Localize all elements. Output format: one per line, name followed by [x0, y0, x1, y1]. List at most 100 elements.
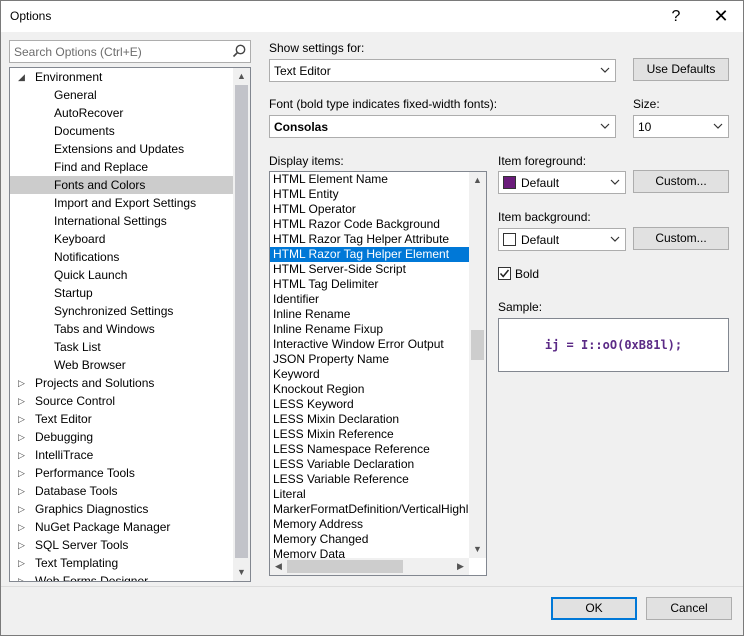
tree-scroll-thumb[interactable] [235, 85, 248, 558]
item-background-dropdown[interactable]: Default [498, 228, 626, 251]
scroll-up-arrow-icon[interactable]: ▲ [469, 172, 486, 189]
bold-checkbox[interactable] [498, 267, 511, 280]
display-item[interactable]: Keyword [270, 367, 470, 382]
display-item[interactable]: LESS Keyword [270, 397, 470, 412]
collapsed-arrow-icon[interactable]: ▷ [18, 572, 28, 581]
display-item[interactable]: Identifier [270, 292, 470, 307]
tree-item[interactable]: Tabs and Windows [10, 320, 233, 338]
collapsed-arrow-icon[interactable]: ▷ [18, 500, 28, 518]
display-items-vscrollbar[interactable]: ▲ ▼ [469, 172, 486, 558]
tree-item-label: General [54, 88, 97, 102]
display-item[interactable]: Knockout Region [270, 382, 470, 397]
tree-item[interactable]: ◢ Environment [10, 68, 233, 86]
tree-item-label: SQL Server Tools [35, 538, 129, 552]
collapsed-arrow-icon[interactable]: ▷ [18, 554, 28, 572]
collapsed-arrow-icon[interactable]: ▷ [18, 392, 28, 410]
collapsed-arrow-icon[interactable]: ▷ [18, 410, 28, 428]
tree-item[interactable]: Synchronized Settings [10, 302, 233, 320]
expanded-arrow-icon[interactable]: ◢ [18, 68, 28, 86]
tree-item[interactable]: Web Browser [10, 356, 233, 374]
tree-item[interactable]: Notifications [10, 248, 233, 266]
search-options-input[interactable]: Search Options (Ctrl+E) [9, 40, 251, 63]
tree-scrollbar[interactable]: ▲ ▼ [233, 68, 250, 581]
tree-item[interactable]: AutoRecover [10, 104, 233, 122]
item-foreground-dropdown[interactable]: Default [498, 171, 626, 194]
collapsed-arrow-icon[interactable]: ▷ [18, 464, 28, 482]
scroll-down-arrow-icon[interactable]: ▼ [233, 564, 250, 581]
display-item[interactable]: JSON Property Name [270, 352, 470, 367]
tree-item[interactable]: Task List [10, 338, 233, 356]
use-defaults-button[interactable]: Use Defaults [633, 58, 729, 81]
display-item[interactable]: Memory Changed [270, 532, 470, 547]
display-item[interactable]: HTML Razor Code Background [270, 217, 470, 232]
tree-item-label: AutoRecover [54, 106, 124, 120]
display-item[interactable]: MarkerFormatDefinition/VerticalHighlight [270, 502, 470, 517]
display-item[interactable]: HTML Razor Tag Helper Element [270, 247, 470, 262]
tree-item[interactable]: Startup [10, 284, 233, 302]
tree-item-label: Documents [54, 124, 115, 138]
foreground-custom-button[interactable]: Custom... [633, 170, 729, 193]
ok-button[interactable]: OK [551, 597, 637, 620]
tree-item[interactable]: General [10, 86, 233, 104]
tree-item[interactable]: Quick Launch [10, 266, 233, 284]
tree-item[interactable]: Extensions and Updates [10, 140, 233, 158]
tree-item[interactable]: Find and Replace [10, 158, 233, 176]
display-item[interactable]: LESS Variable Reference [270, 472, 470, 487]
tree-item[interactable]: ▷ Performance Tools [10, 464, 233, 482]
display-items-vscroll-thumb[interactable] [471, 330, 484, 360]
tree-item[interactable]: ▷ Debugging [10, 428, 233, 446]
collapsed-arrow-icon[interactable]: ▷ [18, 374, 28, 392]
display-item[interactable]: Interactive Window Error Output [270, 337, 470, 352]
display-items-hscroll-thumb[interactable] [287, 560, 403, 573]
font-dropdown[interactable]: Consolas [269, 115, 616, 138]
display-item[interactable]: HTML Server-Side Script [270, 262, 470, 277]
tree-item[interactable]: ▷ Projects and Solutions [10, 374, 233, 392]
tree-item[interactable]: ▷ Source Control [10, 392, 233, 410]
display-item[interactable]: LESS Mixin Reference [270, 427, 470, 442]
display-item[interactable]: HTML Element Name [270, 172, 470, 187]
tree-item[interactable]: Import and Export Settings [10, 194, 233, 212]
scroll-down-arrow-icon[interactable]: ▼ [469, 541, 486, 558]
display-item[interactable]: Memory Address [270, 517, 470, 532]
scroll-up-arrow-icon[interactable]: ▲ [233, 68, 250, 85]
tree-item[interactable]: International Settings [10, 212, 233, 230]
tree-item[interactable]: ▷ Web Forms Designer [10, 572, 233, 581]
close-button[interactable]: ✕ [698, 1, 744, 32]
tree-item[interactable]: ▷ NuGet Package Manager [10, 518, 233, 536]
tree-item-label: Web Browser [54, 358, 126, 372]
display-item[interactable]: LESS Variable Declaration [270, 457, 470, 472]
tree-item[interactable]: ▷ Text Templating [10, 554, 233, 572]
display-item[interactable]: HTML Razor Tag Helper Attribute [270, 232, 470, 247]
display-items-hscrollbar[interactable]: ◀ ▶ [270, 558, 469, 575]
tree-item[interactable]: Fonts and Colors [10, 176, 233, 194]
display-item[interactable]: HTML Entity [270, 187, 470, 202]
show-settings-label: Show settings for: [269, 41, 365, 55]
search-icon[interactable] [230, 42, 248, 61]
collapsed-arrow-icon[interactable]: ▷ [18, 482, 28, 500]
display-item[interactable]: HTML Operator [270, 202, 470, 217]
tree-item[interactable]: Keyboard [10, 230, 233, 248]
scroll-left-arrow-icon[interactable]: ◀ [270, 558, 287, 575]
collapsed-arrow-icon[interactable]: ▷ [18, 536, 28, 554]
display-item[interactable]: Literal [270, 487, 470, 502]
tree-item[interactable]: ▷ IntelliTrace [10, 446, 233, 464]
tree-item[interactable]: ▷ Graphics Diagnostics [10, 500, 233, 518]
help-button[interactable]: ? [653, 1, 699, 32]
tree-item[interactable]: ▷ SQL Server Tools [10, 536, 233, 554]
tree-item[interactable]: ▷ Text Editor [10, 410, 233, 428]
tree-item[interactable]: Documents [10, 122, 233, 140]
display-item[interactable]: Inline Rename [270, 307, 470, 322]
collapsed-arrow-icon[interactable]: ▷ [18, 446, 28, 464]
display-item[interactable]: Inline Rename Fixup [270, 322, 470, 337]
display-item[interactable]: LESS Mixin Declaration [270, 412, 470, 427]
size-dropdown[interactable]: 10 [633, 115, 729, 138]
background-custom-button[interactable]: Custom... [633, 227, 729, 250]
display-item[interactable]: HTML Tag Delimiter [270, 277, 470, 292]
display-item[interactable]: LESS Namespace Reference [270, 442, 470, 457]
show-settings-dropdown[interactable]: Text Editor [269, 59, 616, 82]
collapsed-arrow-icon[interactable]: ▷ [18, 428, 28, 446]
scroll-right-arrow-icon[interactable]: ▶ [452, 558, 469, 575]
cancel-button[interactable]: Cancel [646, 597, 732, 620]
collapsed-arrow-icon[interactable]: ▷ [18, 518, 28, 536]
tree-item[interactable]: ▷ Database Tools [10, 482, 233, 500]
